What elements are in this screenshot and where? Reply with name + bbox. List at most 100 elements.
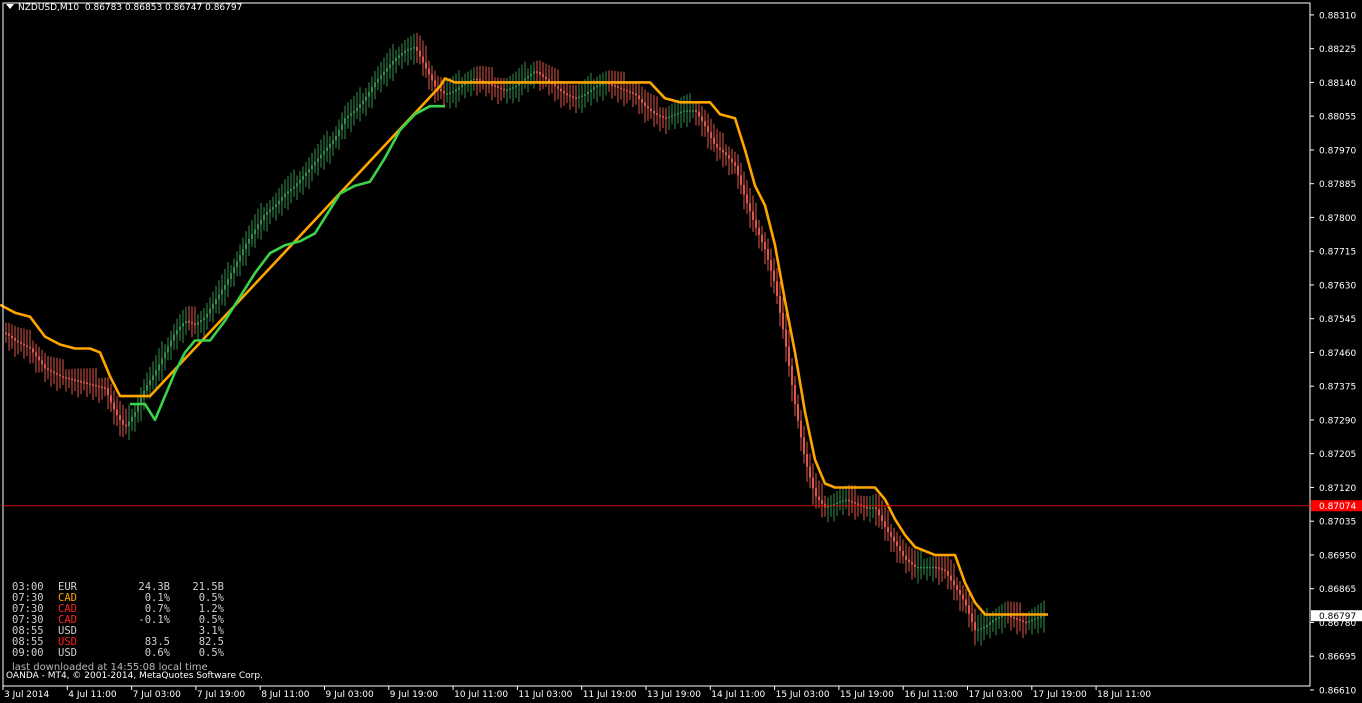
price-bar-body <box>965 599 967 606</box>
price-bar-body <box>641 99 643 103</box>
price-bar-body <box>350 113 352 116</box>
price-bar-body <box>65 377 67 379</box>
x-tick-label: 16 Jul 11:00 <box>904 690 958 700</box>
price-bar-body <box>791 365 793 386</box>
x-tick-label: 3 Jul 2014 <box>4 690 49 700</box>
price-bar-body <box>476 78 478 81</box>
price-bar-body <box>368 91 370 97</box>
price-bar-body <box>8 333 10 336</box>
chart-header[interactable]: NZDUSD,M10 0.86783 0.86853 0.86747 0.867… <box>6 3 242 13</box>
price-bar-body <box>908 559 910 563</box>
price-bar-body <box>380 75 382 79</box>
x-tick-label: 11 Jul 03:00 <box>518 690 572 700</box>
price-bar-body <box>701 116 703 122</box>
price-bar-body <box>770 259 772 271</box>
price-bar-body <box>353 111 355 114</box>
price-bar-body <box>161 358 163 365</box>
price-bar-body <box>104 387 106 389</box>
chart-window[interactable]: 0.88310 0.88225 0.88140 0.88055 0.87970 0.878… <box>0 0 1362 703</box>
price-bar-body <box>197 322 199 325</box>
x-tick-label: 7 Jul 19:00 <box>197 690 246 700</box>
price-bar-body <box>977 629 979 631</box>
price-bar-body <box>422 56 424 63</box>
price-bar-body <box>365 96 367 101</box>
price-bar-body <box>707 126 709 133</box>
price-bar-body <box>626 89 628 92</box>
price-bar-body <box>176 330 178 335</box>
y-tick-label: 0.87970 <box>1319 146 1356 156</box>
x-tick-label: 15 Jul 19:00 <box>840 690 894 700</box>
price-bar-body <box>62 376 64 378</box>
price-bar-body <box>320 154 322 159</box>
dropdown-arrow-icon[interactable] <box>6 4 14 9</box>
price-bar-body <box>896 541 898 547</box>
price-bar-body <box>74 379 76 381</box>
price-bar-body <box>1016 618 1018 620</box>
y-tick-label: 0.88225 <box>1319 45 1356 55</box>
price-bar-body <box>818 496 820 501</box>
price-bar-body <box>29 346 31 349</box>
price-bar-body <box>122 419 124 425</box>
x-tick-label: 4 Jul 11:00 <box>68 690 117 700</box>
price-bar-body <box>416 47 418 51</box>
price-bar-body <box>404 50 406 54</box>
price-bar-body <box>914 564 916 567</box>
price-bar-body <box>17 340 19 343</box>
price-bar-body <box>386 68 388 72</box>
price-bar-body <box>347 115 349 119</box>
x-tick-label: 17 Jul 19:00 <box>1033 690 1087 700</box>
price-bar-body <box>848 499 850 502</box>
price-bar-body <box>299 179 301 184</box>
price-bar-body <box>833 503 835 506</box>
price-bar-body <box>866 506 868 509</box>
price-bar-body <box>344 118 346 125</box>
price-bar-body <box>431 74 433 81</box>
price-bar-body <box>710 132 712 139</box>
price-bar-body <box>731 158 733 163</box>
price-bar-body <box>38 356 40 361</box>
price-bar-body <box>722 149 724 153</box>
price-bar-body <box>629 91 631 93</box>
price-bar-body <box>776 281 778 297</box>
price-bar-body <box>293 186 295 189</box>
price-bar-body <box>203 317 205 320</box>
price-bar-body <box>632 92 634 94</box>
price-bar-body <box>1019 619 1021 621</box>
copyright-text: OANDA - MT4, © 2001-2014, MetaQuotes Sof… <box>6 671 263 681</box>
price-bar-body <box>677 112 679 115</box>
price-bar-body <box>503 88 505 91</box>
price-bar-body <box>419 50 421 57</box>
price-bar-body <box>272 207 274 210</box>
price-bar-body <box>971 613 973 623</box>
price-bar-body <box>395 57 397 61</box>
price-bar-body <box>539 72 541 75</box>
price-bar-body <box>230 273 232 279</box>
price-level-label: 0.87074 <box>1319 502 1356 512</box>
price-bar-body <box>536 71 538 73</box>
price-bar-body <box>260 219 262 225</box>
price-bar-body <box>926 566 928 569</box>
price-bar-body <box>182 323 184 327</box>
price-bar-body <box>674 114 676 116</box>
price-bar-body <box>686 110 688 112</box>
price-bar-body <box>755 219 757 228</box>
calendar-row: 08:55 USD 83.5 82.5 <box>12 637 224 648</box>
price-bar-body <box>995 618 997 621</box>
price-bar-body <box>407 49 409 51</box>
price-bar-body <box>593 87 595 90</box>
price-bar-body <box>749 203 751 212</box>
y-tick-label: 0.88310 <box>1319 11 1356 21</box>
x-tick-label: 15 Jul 03:00 <box>776 690 830 700</box>
price-bar-body <box>287 191 289 194</box>
price-bar-body <box>698 111 700 117</box>
price-bar-body <box>773 270 775 282</box>
price-bar-body <box>992 620 994 623</box>
price-bar-body <box>878 509 880 516</box>
price-bar-body <box>923 566 925 569</box>
price-bar-body <box>329 143 331 148</box>
price-bar-body <box>932 566 934 569</box>
price-bar-body <box>734 162 736 166</box>
price-bar-body <box>974 622 976 631</box>
event-currency: USD <box>58 647 77 659</box>
price-bar-body <box>137 404 139 413</box>
